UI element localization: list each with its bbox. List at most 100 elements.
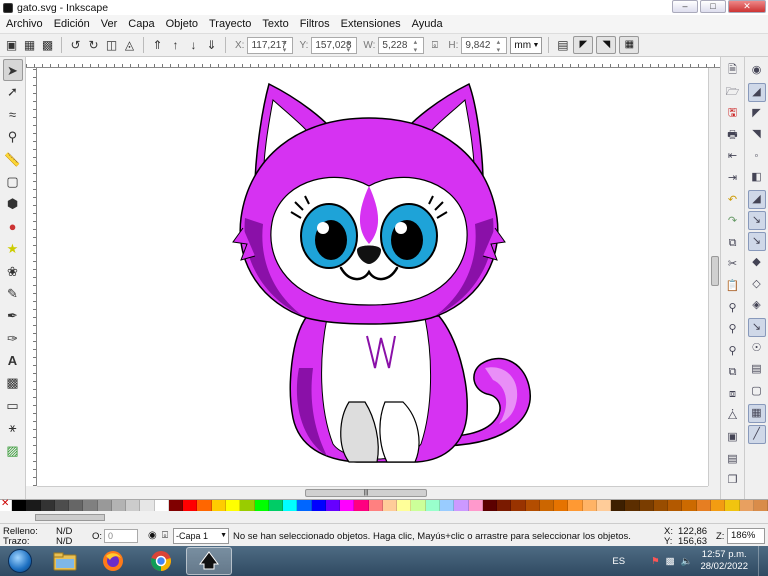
palette-swatch[interactable] — [354, 500, 369, 511]
lock-icon[interactable]: ⌻ — [162, 530, 168, 541]
undo-icon[interactable]: ↶ — [724, 190, 742, 212]
vertical-scroll-thumb[interactable] — [711, 256, 719, 286]
snap-bbox-icon[interactable]: ◢ — [747, 82, 766, 102]
lower-icon[interactable]: ↓ — [186, 38, 201, 53]
palette-swatch[interactable] — [197, 500, 212, 511]
palette-swatch[interactable] — [497, 500, 512, 511]
palette-swatch[interactable] — [225, 500, 241, 511]
network-icon[interactable]: ▩ — [666, 556, 675, 567]
scale-corners-toggle[interactable]: ◤ — [573, 36, 594, 54]
horizontal-scrollbar[interactable]: ||| — [37, 486, 708, 498]
new-document-icon[interactable]: 🗎 — [724, 60, 742, 82]
menu-capa[interactable]: Capa — [128, 18, 154, 30]
palette-scrollbar[interactable] — [0, 511, 768, 523]
palette-swatch[interactable] — [12, 500, 27, 511]
palette-swatch[interactable] — [368, 500, 383, 511]
opacity-field[interactable]: 0 — [104, 529, 138, 543]
pencil-tool-icon[interactable]: ✎ — [3, 283, 23, 305]
eraser-tool-icon[interactable]: ▭ — [3, 395, 23, 417]
palette-swatch[interactable] — [596, 500, 612, 511]
open-file-icon[interactable]: 🗁 — [724, 82, 742, 104]
lower-to-bottom-icon[interactable]: ⇓ — [204, 38, 219, 53]
transform-patterns-toggle[interactable]: ▦ — [619, 36, 640, 54]
palette-swatch[interactable] — [340, 500, 355, 511]
calligraphy-tool-icon[interactable]: ✑ — [3, 328, 23, 350]
scale-stroke-icon[interactable]: ▤ — [555, 38, 570, 53]
palette-swatch[interactable] — [283, 500, 298, 511]
palette-swatch[interactable] — [111, 500, 127, 511]
lock-icon[interactable]: ⌻ — [427, 38, 442, 53]
clock[interactable]: 12:57 p.m. 28/02/2022 — [700, 549, 748, 573]
palette-swatch[interactable] — [725, 500, 740, 511]
unit-select[interactable]: mm — [510, 36, 543, 54]
palette-swatch[interactable] — [639, 500, 654, 511]
color-palette[interactable] — [0, 498, 768, 511]
redo-icon[interactable]: ↷ — [724, 211, 742, 233]
show-desktop-button[interactable] — [758, 546, 768, 576]
paint-bucket-tool-icon[interactable]: ⚹ — [3, 417, 23, 439]
palette-swatch[interactable] — [625, 500, 640, 511]
taskbar-inkscape[interactable] — [186, 547, 232, 575]
height-field[interactable]: 9,842 — [461, 36, 508, 54]
palette-swatch[interactable] — [40, 500, 55, 511]
palette-swatch[interactable] — [711, 500, 726, 511]
minimize-button[interactable]: – — [672, 0, 698, 13]
palette-swatch[interactable] — [468, 500, 483, 511]
drawing-canvas[interactable] — [37, 68, 708, 486]
select-all-layers-icon[interactable]: ▦ — [22, 38, 37, 53]
palette-swatch[interactable] — [668, 500, 683, 511]
duplicate-icon[interactable]: ⧉ — [724, 362, 742, 384]
import-icon[interactable]: ⇤ — [724, 146, 742, 168]
transform-gradients-toggle[interactable]: ◥ — [596, 36, 617, 54]
measure-tool-icon[interactable]: 📏 — [3, 149, 23, 171]
spiral-tool-icon[interactable]: ❀ — [3, 261, 23, 283]
text-tool-icon[interactable]: A — [3, 350, 23, 372]
ellipse-tool-icon[interactable]: ● — [3, 216, 23, 238]
snap-path-intersections-icon[interactable]: ↘ — [747, 231, 766, 251]
snap-smooth-nodes-icon[interactable]: ◇ — [748, 274, 766, 296]
zoom-field[interactable]: 186% — [727, 528, 765, 544]
snap-text-baseline-icon[interactable]: ▤ — [748, 359, 766, 381]
snap-rotation-centers-icon[interactable]: ☉ — [748, 338, 766, 360]
snap-page-border-icon[interactable]: ▢ — [748, 381, 766, 403]
palette-swatch[interactable] — [753, 500, 768, 511]
group-icon[interactable]: ▣ — [724, 427, 742, 449]
clone-icon[interactable]: ⧈ — [724, 384, 742, 406]
palette-swatch[interactable] — [325, 500, 341, 511]
y-field[interactable]: 157,028 — [311, 36, 358, 54]
snap-bbox-edges-icon[interactable]: ◤ — [748, 103, 766, 125]
menu-extensiones[interactable]: Extensiones — [341, 18, 401, 30]
palette-swatch[interactable] — [126, 500, 141, 511]
snap-grid-icon[interactable]: ▦ — [747, 403, 766, 423]
palette-swatch[interactable] — [382, 500, 398, 511]
palette-swatch[interactable] — [397, 500, 412, 511]
raise-to-top-icon[interactable]: ⇑ — [150, 38, 165, 53]
start-button[interactable] — [0, 546, 40, 576]
palette-swatch[interactable] — [525, 500, 540, 511]
zoom-page-icon[interactable]: ⚲ — [724, 341, 742, 363]
palette-swatch[interactable] — [240, 500, 255, 511]
close-button[interactable]: ✕ — [728, 0, 766, 13]
palette-swatch[interactable] — [682, 500, 697, 511]
rotate-ccw-icon[interactable]: ↺ — [68, 38, 83, 53]
cat-illustration[interactable] — [37, 68, 708, 486]
vertical-ruler[interactable] — [26, 68, 37, 486]
taskbar-chrome[interactable] — [138, 547, 184, 575]
copy-icon[interactable]: ⧉ — [724, 233, 742, 255]
eye-icon[interactable]: ◉ — [148, 530, 157, 541]
snap-bbox-midpoints-icon[interactable]: ◦ — [748, 146, 766, 168]
menu-objeto[interactable]: Objeto — [166, 18, 198, 30]
palette-swatch[interactable] — [168, 500, 184, 511]
palette-swatch[interactable] — [511, 500, 526, 511]
language-indicator[interactable]: ES — [612, 556, 625, 567]
rotate-cw-icon[interactable]: ↻ — [86, 38, 101, 53]
menu-edicion[interactable]: Edición — [54, 18, 90, 30]
palette-swatch[interactable] — [411, 500, 426, 511]
menu-ver[interactable]: Ver — [101, 18, 118, 30]
deselect-icon[interactable]: ▩ — [40, 38, 55, 53]
snap-object-centers-icon[interactable]: ↘ — [747, 317, 766, 337]
palette-swatch[interactable] — [653, 500, 669, 511]
palette-swatch[interactable] — [454, 500, 469, 511]
zoom-selection-icon[interactable]: ⚲ — [724, 298, 742, 320]
taskbar-file-explorer[interactable] — [42, 547, 88, 575]
